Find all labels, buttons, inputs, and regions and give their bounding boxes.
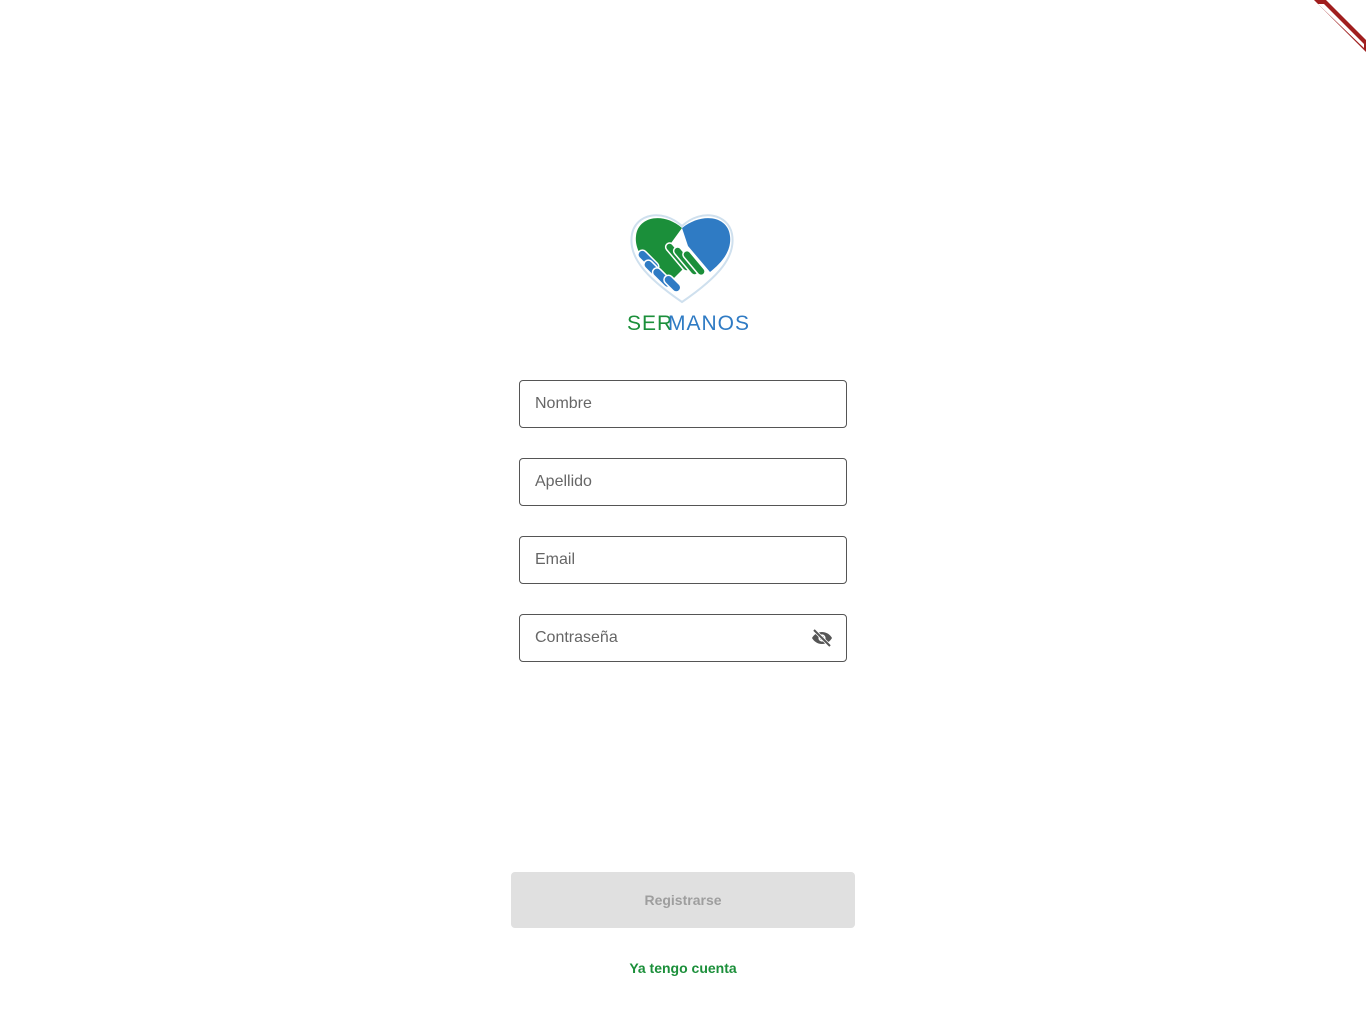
register-button[interactable]: Registrarse	[511, 872, 855, 928]
login-link[interactable]: Ya tengo cuenta	[583, 956, 783, 980]
email-placeholder: Email	[535, 551, 576, 568]
brand-name-part1: SER	[627, 312, 673, 335]
email-field[interactable]: Email	[519, 536, 847, 584]
password-placeholder: Contraseña	[535, 629, 618, 646]
visibility-off-icon[interactable]	[810, 626, 834, 650]
nombre-field[interactable]: Nombre	[519, 380, 847, 428]
register-page: SER MANOS Nombre Apellido Email Contrase…	[0, 0, 1366, 1024]
password-field[interactable]: Contraseña	[519, 614, 847, 662]
ser-manos-logo: SER MANOS	[624, 206, 750, 336]
debug-banner	[1306, 0, 1366, 60]
brand-name-part2: MANOS	[668, 312, 750, 335]
apellido-field[interactable]: Apellido	[519, 458, 847, 506]
apellido-placeholder: Apellido	[535, 473, 592, 490]
nombre-placeholder: Nombre	[535, 395, 592, 412]
